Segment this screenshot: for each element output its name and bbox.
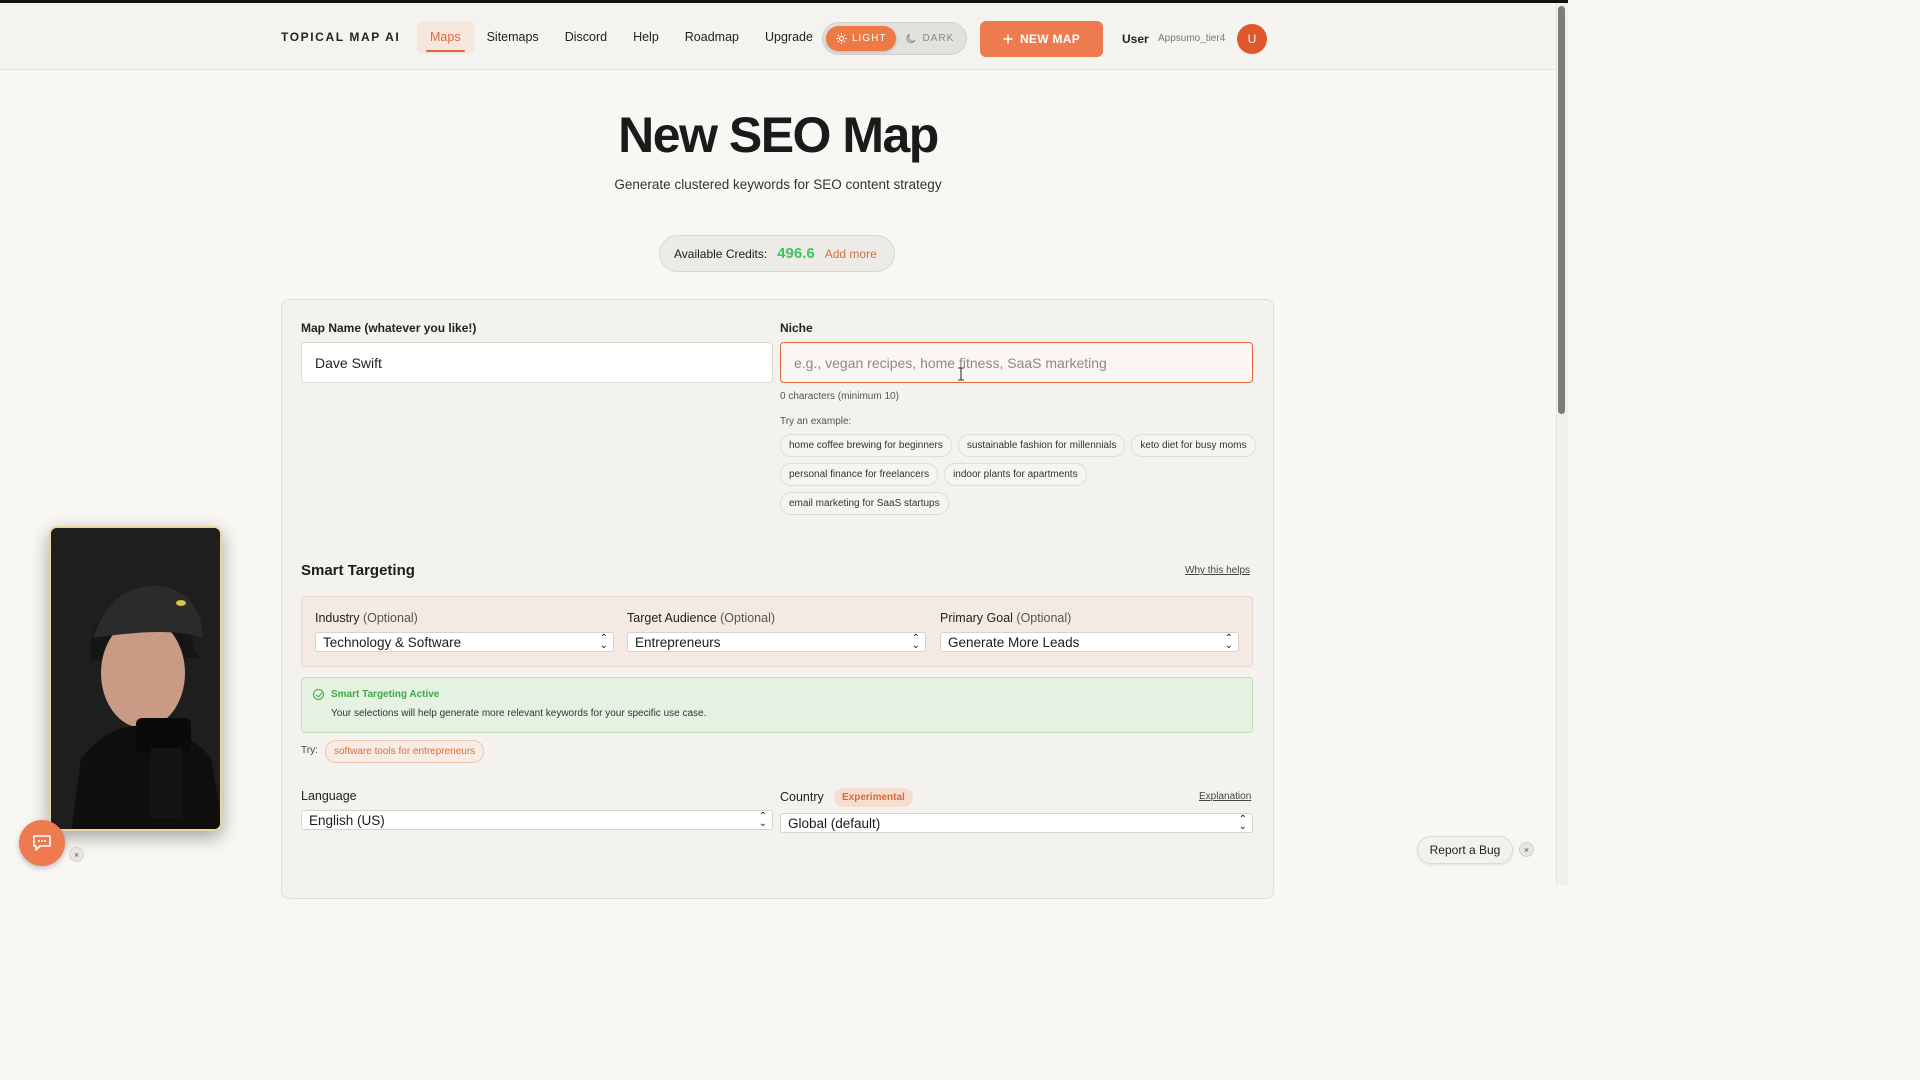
scrollbar-thumb[interactable] [1558,6,1565,414]
goal-label: Primary Goal (Optional) [940,611,1071,625]
chat-close-icon[interactable]: × [69,847,84,862]
select-arrows-icon: ⌃ ⌄ [758,811,767,829]
language-select[interactable]: English (US) ⌃ ⌄ [301,810,773,830]
industry-label: Industry (Optional) [315,611,418,625]
targeting-active-title: Smart Targeting Active [331,689,440,700]
targeting-active-notice [301,677,1253,733]
audience-label-text: Target Audience [627,611,717,625]
industry-label-text: Industry [315,611,360,625]
chat-button[interactable] [19,820,65,866]
chat-icon [33,835,51,851]
moon-icon [906,33,916,44]
example-chips: home coffee brewing for beginners sustai… [780,434,1260,515]
new-map-button[interactable]: NEW MAP [980,21,1103,57]
credits-label: Available Credits: [674,246,768,261]
page-subtitle: Generate clustered keywords for SEO cont… [614,177,942,192]
example-chip[interactable]: home coffee brewing for beginners [780,434,952,457]
goal-label-text: Primary Goal [940,611,1013,625]
avatar[interactable]: U [1237,24,1267,54]
theme-light-label: LIGHT [852,33,887,44]
nav-sitemaps[interactable]: Sitemaps [474,21,552,54]
try-label: Try: [301,745,318,756]
country-label: Country [780,790,824,804]
user-label: User [1122,32,1149,46]
map-name-label: Map Name (whatever you like!) [301,321,477,335]
try-example-label: Try an example: [780,416,852,427]
audience-value: Entrepreneurs [635,634,721,650]
presenter-video [51,528,220,829]
why-this-helps-link[interactable]: Why this helps [1185,565,1250,576]
example-chip[interactable]: personal finance for freelancers [780,463,939,486]
nav-help[interactable]: Help [620,21,672,54]
scrollbar[interactable] [1556,3,1568,885]
goal-select[interactable]: Generate More Leads ⌃ ⌄ [940,632,1239,652]
example-chip[interactable]: sustainable fashion for millennials [957,434,1126,457]
niche-placeholder: e.g., vegan recipes, home fitness, SaaS … [794,354,1107,371]
try-suggestion-chip[interactable]: software tools for entrepreneurs [325,740,485,763]
industry-select[interactable]: Technology & Software ⌃ ⌄ [315,632,614,652]
credits-pill: Available Credits: 496.6 Add more [659,235,895,272]
example-chip[interactable]: indoor plants for apartments [944,463,1087,486]
optional-tag: (Optional) [362,611,418,625]
nav-discord[interactable]: Discord [552,21,620,54]
niche-input[interactable]: e.g., vegan recipes, home fitness, SaaS … [780,342,1253,383]
check-circle-icon [313,689,324,700]
theme-light-option[interactable]: LIGHT [826,26,897,51]
select-arrows-icon: ⌃ ⌄ [1238,814,1247,832]
webcam-overlay [49,526,222,831]
report-close-icon[interactable]: × [1519,842,1534,857]
theme-dark-option[interactable]: DARK [896,26,964,51]
main-nav: Maps Sitemaps Discord Help Roadmap Upgra… [417,21,826,54]
optional-tag: (Optional) [1016,611,1072,625]
language-label: Language [301,789,357,803]
theme-dark-label: DARK [922,33,955,44]
top-navigation-bar: TOPICAL MAP AI Maps Sitemaps Discord Hel… [0,3,1556,70]
report-bug-button[interactable]: Report a Bug [1417,836,1513,864]
country-select[interactable]: Global (default) ⌃ ⌄ [780,813,1253,833]
experimental-badge: Experimental [834,788,913,807]
new-map-label: NEW MAP [1019,32,1081,46]
brand-logo[interactable]: TOPICAL MAP AI [281,30,400,44]
text-cursor-icon [958,367,964,381]
niche-label: Niche [780,321,813,335]
page-title: New SEO Map [618,107,939,163]
theme-toggle[interactable]: LIGHT DARK [822,22,967,55]
map-name-input[interactable]: Dave Swift [301,342,773,383]
audience-select[interactable]: Entrepreneurs ⌃ ⌄ [627,632,926,652]
industry-value: Technology & Software [323,634,462,650]
optional-tag: (Optional) [720,611,776,625]
country-value: Global (default) [788,815,881,831]
goal-value: Generate More Leads [948,634,1080,650]
credits-value: 496.6 [777,245,815,262]
example-chip[interactable]: email marketing for SaaS startups [780,492,949,515]
user-name: Appsumo_tier4 [1158,33,1226,44]
add-credits-link[interactable]: Add more [825,247,877,261]
plus-icon [1003,34,1013,44]
nav-maps[interactable]: Maps [417,21,474,54]
example-chip[interactable]: keto diet for busy moms [1131,434,1256,457]
sun-icon [836,33,847,44]
select-arrows-icon: ⌃ ⌄ [599,633,608,651]
smart-targeting-title: Smart Targeting [301,562,415,579]
select-arrows-icon: ⌃ ⌄ [1224,633,1233,651]
language-value: English (US) [309,812,385,828]
targeting-active-desc: Your selections will help generate more … [331,708,707,719]
audience-label: Target Audience (Optional) [627,611,775,625]
niche-char-counter: 0 characters (minimum 10) [780,391,899,402]
explanation-link[interactable]: Explanation [1199,791,1251,802]
select-arrows-icon: ⌃ ⌄ [911,633,920,651]
nav-roadmap[interactable]: Roadmap [672,21,752,54]
nav-upgrade[interactable]: Upgrade [752,21,826,54]
